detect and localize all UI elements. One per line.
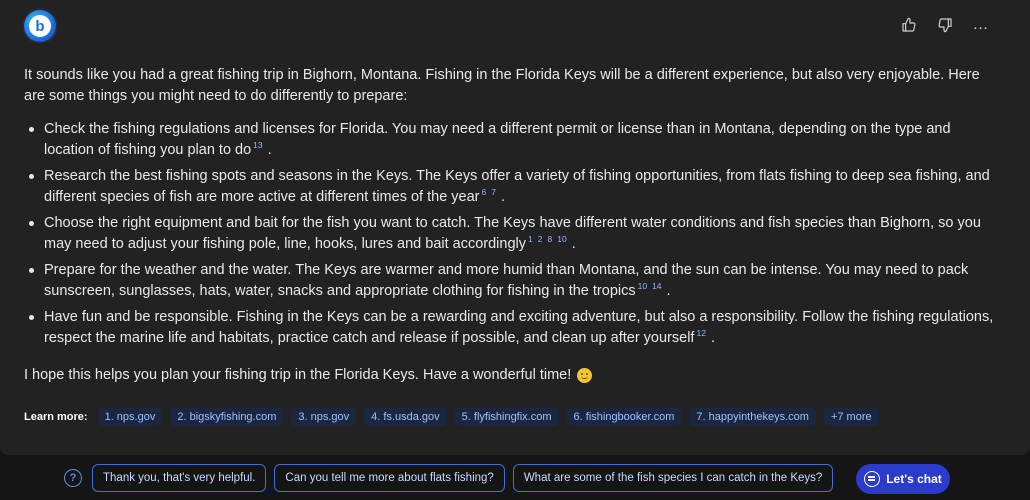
message-actions: … [900,16,990,34]
bing-logo-icon: b [24,10,56,42]
tip-text: Choose the right equipment and bait for … [44,215,981,252]
logo-letter: b [29,15,51,37]
suggestion-button[interactable]: What are some of the fish species I can … [512,464,834,492]
more-icon[interactable]: … [972,16,990,34]
thumbs-down-icon[interactable] [936,16,954,34]
source-link[interactable]: 1. nps.gov [97,408,163,426]
tip-item: Choose the right equipment and bait for … [24,213,999,255]
tip-item: Check the fishing regulations and licens… [24,119,999,161]
tip-text: Check the fishing regulations and licens… [44,121,951,158]
source-link[interactable]: 4. fs.usda.gov [364,408,447,426]
citation-link[interactable]: 1 [528,234,533,244]
lets-chat-button[interactable]: Let's chat [856,464,950,494]
help-icon[interactable]: ? [64,469,82,487]
tip-item: Research the best fishing spots and seas… [24,166,999,208]
citation-group: 10 14 [638,281,667,291]
learn-more-bar: Learn more: 1. nps.gov 2. bigskyfishing.c… [24,408,879,426]
citation-group: 12 [696,328,710,338]
citation-group: 1 2 8 10 [528,234,572,244]
citation-link[interactable]: 10 [557,234,566,244]
more-dots: … [972,16,990,33]
outro: I hope this helps you plan your fishing … [24,365,999,386]
citation-link[interactable]: 7 [491,187,496,197]
lets-chat-label: Let's chat [886,472,942,486]
source-link[interactable]: 6. fishingbooker.com [566,408,682,426]
learn-more-label: Learn more: [24,411,88,423]
citation-group: 67 [482,187,501,197]
tip-text: Have fun and be responsible. Fishing in … [44,309,994,346]
source-link[interactable]: 3. nps.gov [291,408,357,426]
tip-text: Research the best fishing spots and seas… [44,168,990,205]
smiling-emoji-icon [577,368,593,383]
source-link[interactable]: 7. happyinthekeys.com [689,408,816,426]
response-card: b … It sounds like you had a great fishi… [0,0,1030,455]
citation-link[interactable]: 10 [638,281,647,291]
tips-list: Check the fishing regulations and licens… [24,119,999,349]
citation-link[interactable]: 14 [652,281,661,291]
thumbs-up-icon[interactable] [900,16,918,34]
tip-item: Have fun and be responsible. Fishing in … [24,307,999,349]
citation-link[interactable]: 6 [482,187,487,197]
citation-group: 13 [253,140,267,150]
more-sources-link[interactable]: +7 more [823,408,879,426]
tip-text: Prepare for the weather and the water. T… [44,262,969,299]
suggestion-button[interactable]: Thank you, that's very helpful. [92,464,267,492]
citation-link[interactable]: 13 [253,140,262,150]
intro-text: It sounds like you had a great fishing t… [24,67,980,104]
citation-link[interactable]: 12 [696,328,705,338]
chat-icon [864,471,881,487]
source-link[interactable]: 5. flyfishingfix.com [454,408,559,426]
tip-item: Prepare for the weather and the water. T… [24,260,999,302]
outro-text: I hope this helps you plan your fishing … [24,367,572,383]
citation-link[interactable]: 2 [538,234,543,244]
message-body: It sounds like you had a great fishing t… [24,65,999,386]
source-link[interactable]: 2. bigskyfishing.com [170,408,284,426]
suggestion-bar: Thank you, that's very helpful. Can you t… [92,464,834,492]
suggestion-button[interactable]: Can you tell me more about flats fishing… [274,464,505,492]
citation-link[interactable]: 8 [547,234,552,244]
